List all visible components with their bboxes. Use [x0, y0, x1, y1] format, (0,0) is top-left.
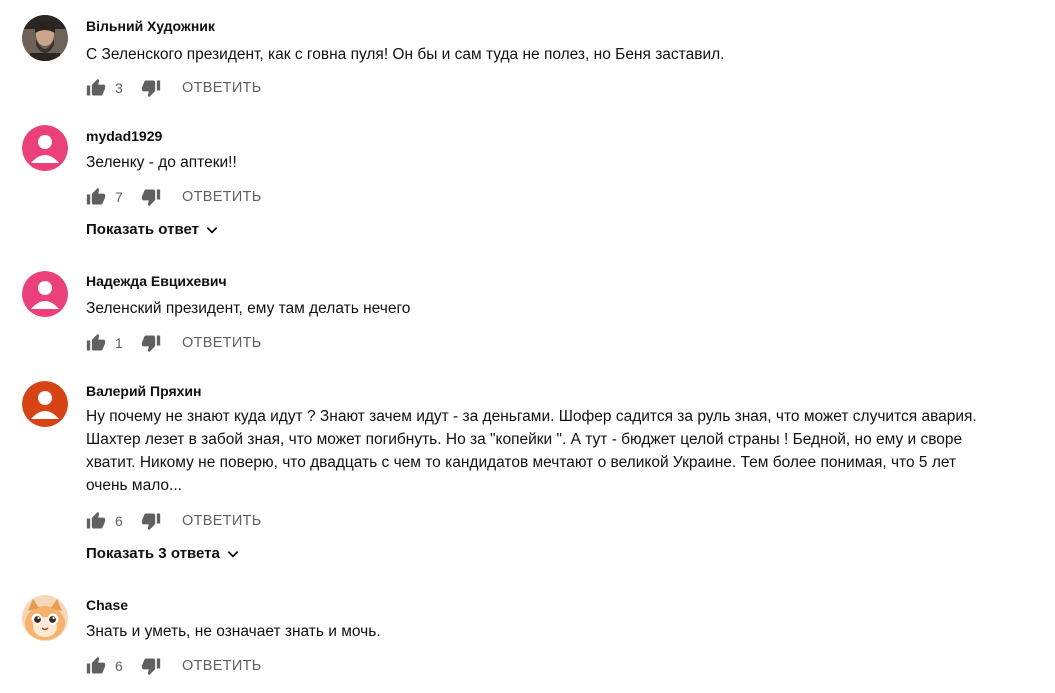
comment-actions: 6 ОТВЕТИТЬ — [86, 654, 262, 678]
show-replies-label: Показать 3 ответа — [86, 545, 220, 562]
thumb-up-icon — [86, 333, 106, 351]
reply-button[interactable]: ОТВЕТИТЬ — [182, 189, 262, 205]
comment-text: Зеленский президент, ему там делать нече… — [86, 300, 411, 317]
thumb-down-icon — [141, 658, 161, 676]
thumb-down-icon — [141, 513, 161, 531]
thumb-up-icon — [86, 511, 106, 529]
dislike-button[interactable] — [141, 656, 161, 676]
avatar[interactable] — [22, 125, 68, 171]
thumb-up-icon — [86, 78, 106, 96]
comment-author[interactable]: Вільний Художник — [86, 17, 215, 35]
comment-author[interactable]: Надежда Евцихевич — [86, 272, 227, 290]
show-replies-label: Показать ответ — [86, 221, 199, 238]
cartoon-avatar — [22, 595, 68, 641]
comment: Chase Знать и уметь, не означает знать и… — [22, 595, 1055, 685]
comment-actions: 6 ОТВЕТИТЬ — [86, 509, 262, 533]
comment-text-line: Шахтер лезет в забой зная, что может пог… — [86, 431, 963, 448]
comment-text: Ну почему не знают куда идут ? Знают зач… — [86, 405, 1046, 497]
comment: mydad1929 Зеленку - до аптеки!! 7 ОТВЕТИ… — [22, 125, 1055, 245]
like-button[interactable] — [86, 511, 106, 531]
default-avatar — [22, 125, 68, 171]
comment-text: Зеленку - до аптеки!! — [86, 154, 237, 171]
like-count: 6 — [115, 513, 123, 529]
reply-button[interactable]: ОТВЕТИТЬ — [182, 513, 262, 529]
chevron-down-icon — [205, 223, 219, 237]
like-button[interactable] — [86, 187, 106, 207]
comment: Валерий Пряхин Ну почему не знают куда и… — [22, 381, 1055, 571]
comment-text-line: хватит. Никому не поверю, что двадцать с… — [86, 454, 957, 471]
comment-actions: 7 ОТВЕТИТЬ — [86, 185, 262, 209]
dislike-button[interactable] — [141, 78, 161, 98]
like-count: 1 — [115, 335, 123, 351]
like-count: 6 — [115, 658, 123, 674]
default-avatar — [22, 381, 68, 427]
dislike-button[interactable] — [141, 333, 161, 353]
thumb-down-icon — [141, 189, 161, 207]
like-count: 3 — [115, 80, 123, 96]
dislike-button[interactable] — [141, 511, 161, 531]
thumb-up-icon — [86, 187, 106, 205]
default-avatar — [22, 271, 68, 317]
dislike-button[interactable] — [141, 187, 161, 207]
comment-actions: 3 ОТВЕТИТЬ — [86, 76, 262, 100]
comment-text: Знать и уметь, не означает знать и мочь. — [86, 623, 381, 640]
reply-button[interactable]: ОТВЕТИТЬ — [182, 658, 262, 674]
show-replies-button[interactable]: Показать ответ — [86, 221, 219, 238]
comment-text-line: очень мало... — [86, 477, 182, 494]
thumb-down-icon — [141, 80, 161, 98]
avatar[interactable] — [22, 595, 68, 641]
comment: Вільний Художник С Зеленского президент,… — [22, 15, 1055, 105]
comment-author[interactable]: Валерий Пряхин — [86, 382, 202, 400]
like-button[interactable] — [86, 78, 106, 98]
comment-text: С Зеленского президент, как с говна пуля… — [86, 46, 725, 63]
thumb-down-icon — [141, 335, 161, 353]
avatar[interactable] — [22, 271, 68, 317]
like-count: 7 — [115, 189, 123, 205]
like-button[interactable] — [86, 656, 106, 676]
reply-button[interactable]: ОТВЕТИТЬ — [182, 80, 262, 96]
comment-actions: 1 ОТВЕТИТЬ — [86, 331, 262, 355]
like-button[interactable] — [86, 333, 106, 353]
show-replies-button[interactable]: Показать 3 ответа — [86, 545, 240, 562]
comment-text-line: Ну почему не знают куда идут ? Знают зач… — [86, 408, 977, 425]
reply-button[interactable]: ОТВЕТИТЬ — [182, 335, 262, 351]
thumb-up-icon — [86, 656, 106, 674]
avatar-photo — [22, 15, 68, 61]
chevron-down-icon — [226, 547, 240, 561]
comment-author[interactable]: mydad1929 — [86, 127, 162, 145]
avatar[interactable] — [22, 15, 68, 61]
comment: Надежда Евцихевич Зеленский президент, е… — [22, 271, 1055, 361]
avatar[interactable] — [22, 381, 68, 427]
comment-author[interactable]: Chase — [86, 596, 128, 614]
